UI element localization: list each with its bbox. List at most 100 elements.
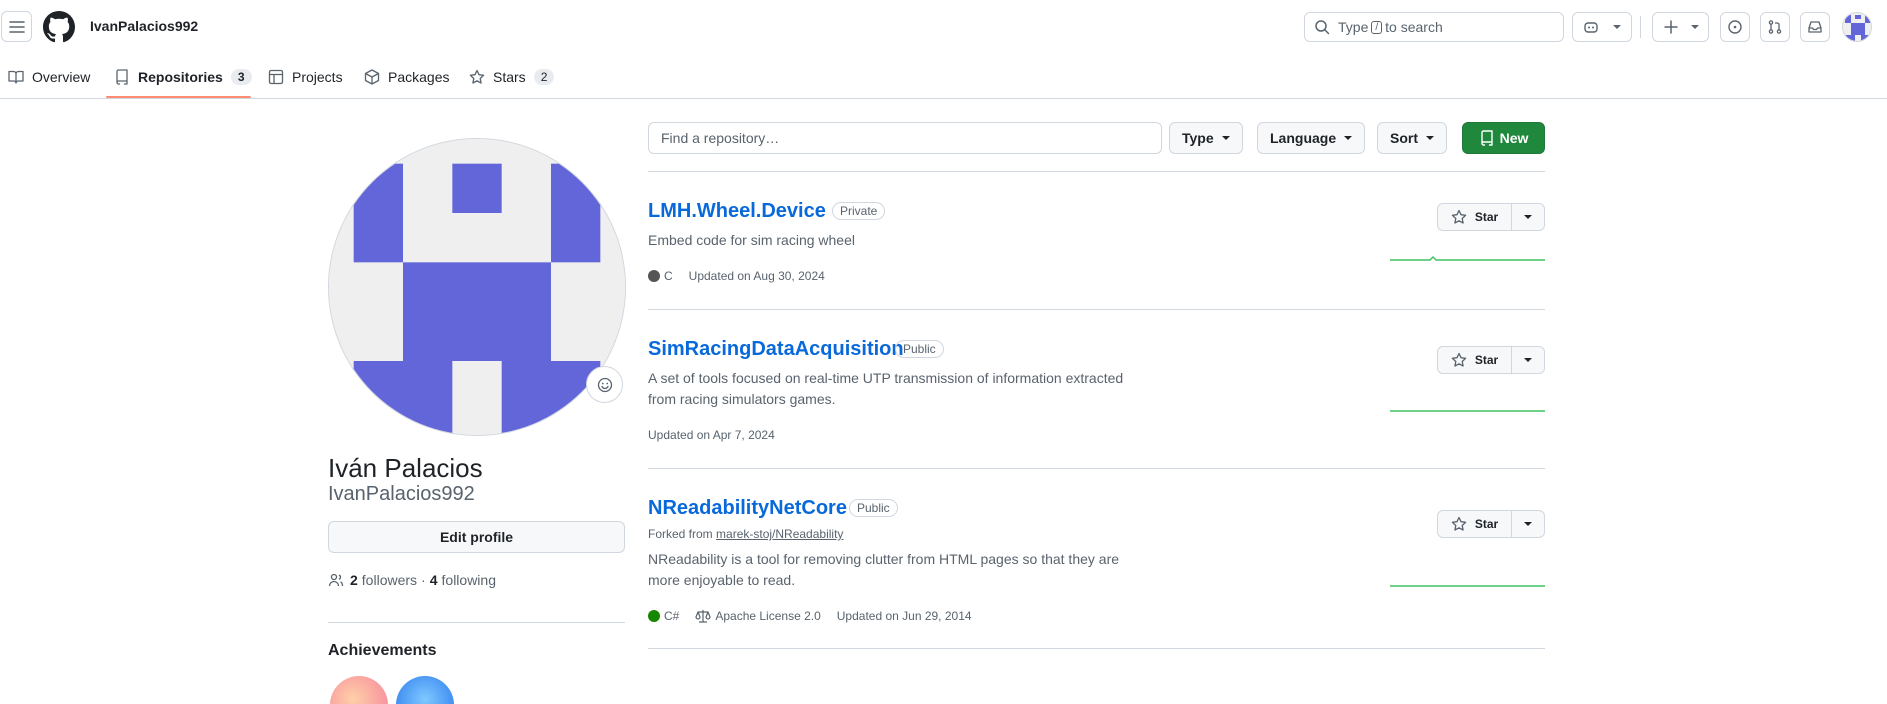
list-divider [648, 171, 1545, 172]
star-icon [1451, 352, 1467, 367]
visibility-badge: Public [895, 340, 944, 358]
star-list-dropdown[interactable] [1512, 204, 1544, 230]
star-button[interactable]: Star [1438, 347, 1512, 373]
header-username[interactable]: IvanPalacios992 [90, 18, 198, 34]
repo-name-link[interactable]: SimRacingDataAcquisition [648, 338, 904, 361]
issues-button[interactable] [1720, 12, 1750, 42]
profile-tabs: Overview Repositories 3 Projects Package… [0, 54, 1887, 99]
profile-avatar[interactable] [328, 138, 626, 436]
repo-updated: Updated on Jun 29, 2014 [836, 609, 972, 623]
repo-language: C [664, 269, 673, 283]
achievement-pull-shark-badge[interactable] [396, 676, 454, 704]
sort-button[interactable]: Sort [1377, 122, 1447, 154]
chevron-down-icon [1690, 25, 1699, 29]
star-list-dropdown[interactable] [1512, 511, 1544, 537]
search-shortcut-key: / [1371, 20, 1383, 34]
repo-meta: C Updated on Aug 30, 2024 [648, 269, 825, 283]
star-label: Star [1474, 210, 1499, 224]
star-button-group: Star [1437, 346, 1545, 374]
search-icon [1315, 20, 1330, 35]
global-header: IvanPalacios992 Type / to search [0, 0, 1887, 54]
forked-prefix: Forked from [648, 527, 713, 541]
identicon-icon [329, 139, 625, 435]
language-color-dot [648, 610, 660, 622]
create-new-button[interactable] [1652, 12, 1709, 42]
follow-stats: 2 followers · 4 following [328, 572, 496, 588]
repo-name-link[interactable]: NReadabilityNetCore [648, 497, 847, 520]
chevron-down-icon [1344, 136, 1353, 140]
plus-icon [1663, 20, 1678, 34]
activity-sparkline [1390, 255, 1545, 261]
tab-repositories[interactable]: Repositories 3 [114, 54, 252, 99]
inbox-icon [1808, 21, 1822, 33]
repo-description: Embed code for sim racing wheel [648, 232, 855, 248]
achievement-yolo-badge[interactable] [330, 676, 388, 704]
repo-icon [1480, 130, 1493, 146]
repo-description: NReadability is a tool for removing clut… [648, 551, 1120, 588]
visibility-badge: Public [849, 499, 898, 517]
new-repository-button[interactable]: New [1462, 122, 1545, 154]
visibility-badge: Private [832, 202, 886, 220]
forked-from-link[interactable]: marek-stoj/NReadability [716, 527, 843, 541]
tab-label: Overview [32, 68, 91, 85]
star-button-group: Star [1437, 510, 1545, 538]
sort-label: Sort [1390, 130, 1418, 146]
star-icon [469, 69, 485, 84]
search-text-pre: Type [1338, 19, 1369, 35]
issue-icon [1728, 20, 1742, 34]
search-text-post: to search [1385, 19, 1443, 35]
chevron-down-icon [1221, 136, 1230, 140]
type-filter-button[interactable]: Type [1169, 122, 1243, 154]
language-filter-button[interactable]: Language [1257, 122, 1366, 154]
tab-label: Packages [388, 68, 450, 85]
star-label: Star [1474, 353, 1499, 367]
tab-projects[interactable]: Projects [268, 54, 343, 99]
type-filter-label: Type [1182, 130, 1214, 146]
tab-packages[interactable]: Packages [364, 54, 449, 99]
chevron-down-icon [1426, 136, 1434, 140]
repo-count-badge: 3 [230, 68, 252, 85]
edit-profile-button[interactable]: Edit profile [328, 521, 625, 553]
profile-full-name: Iván Palacios [328, 453, 483, 483]
user-avatar[interactable] [1842, 12, 1872, 42]
following-label: following [441, 572, 496, 588]
set-status-button[interactable] [586, 366, 623, 403]
search-input[interactable]: Type / to search [1304, 12, 1564, 42]
inbox-button[interactable] [1800, 12, 1830, 42]
tab-label: Stars [493, 68, 526, 85]
table-icon [268, 69, 284, 84]
star-icon [1451, 516, 1467, 531]
tab-overview[interactable]: Overview [8, 54, 90, 99]
following-link[interactable]: 4 following [430, 572, 496, 588]
star-list-dropdown[interactable] [1512, 347, 1544, 373]
repo-meta: Updated on Apr 7, 2024 [648, 428, 775, 442]
repo-language: C# [664, 609, 680, 623]
package-icon [364, 68, 380, 85]
list-divider [648, 309, 1545, 310]
smiley-icon [597, 377, 612, 392]
repo-license: Apache License 2.0 [715, 609, 821, 623]
find-repository-input[interactable]: Find a repository… [648, 122, 1162, 154]
list-divider [648, 648, 1545, 649]
tab-label: Projects [292, 68, 343, 85]
repo-updated: Updated on Apr 7, 2024 [648, 428, 775, 442]
tab-stars[interactable]: Stars 2 [469, 54, 555, 99]
book-icon [8, 70, 24, 84]
language-color-dot [648, 270, 660, 282]
repo-updated: Updated on Aug 30, 2024 [688, 269, 825, 283]
menu-button[interactable] [1, 11, 32, 42]
chevron-down-icon [1613, 25, 1621, 29]
star-button[interactable]: Star [1438, 204, 1512, 230]
chevron-down-icon [1524, 522, 1532, 526]
repo-name-link[interactable]: LMH.Wheel.Device [648, 200, 826, 223]
followers-label: followers [361, 572, 418, 588]
followers-link[interactable]: 2 followers [350, 572, 417, 588]
copilot-button[interactable] [1572, 12, 1632, 42]
hamburger-icon [8, 20, 25, 33]
new-label: New [1499, 130, 1529, 146]
star-button[interactable]: Star [1438, 511, 1512, 537]
pull-requests-button[interactable] [1760, 12, 1790, 42]
github-logo-icon[interactable] [43, 11, 75, 43]
people-icon [328, 573, 344, 587]
identicon-icon [1843, 13, 1871, 41]
